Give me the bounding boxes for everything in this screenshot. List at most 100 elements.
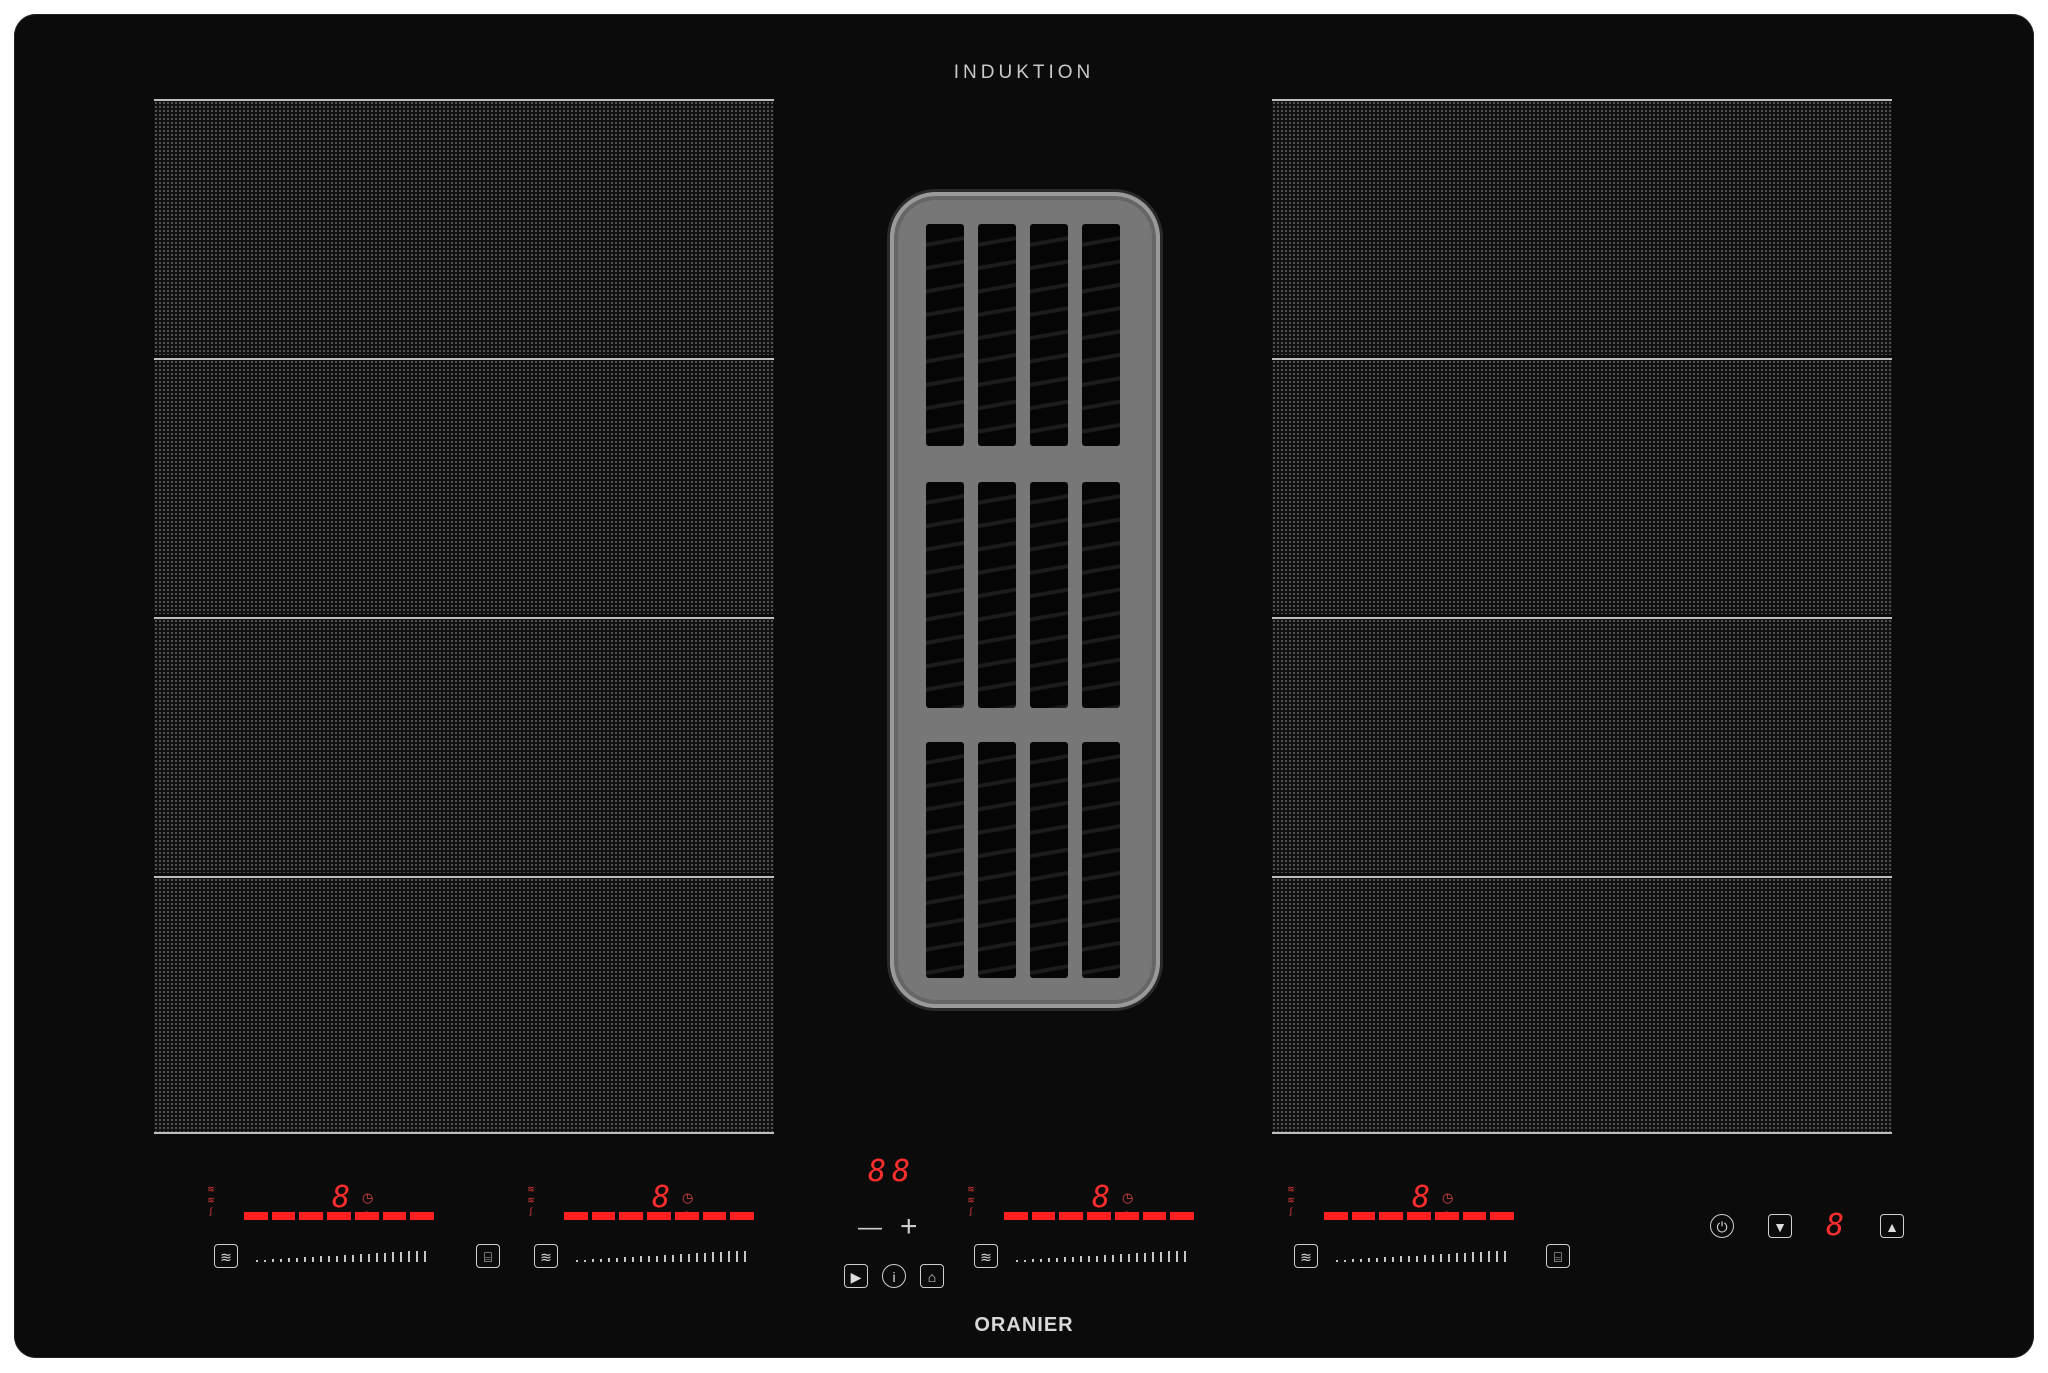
- zone-segment[interactable]: [1272, 876, 1892, 1134]
- slider-tick: [680, 1254, 682, 1262]
- power-bar: [1324, 1212, 1515, 1220]
- slider-tick: [256, 1260, 258, 1262]
- slider-tick: [1376, 1257, 1378, 1262]
- zone-segment[interactable]: [154, 358, 774, 614]
- vent-slot: [926, 224, 964, 446]
- burner-level-display: 8: [1412, 1180, 1431, 1215]
- slider-tick: [1448, 1253, 1450, 1262]
- zone-segment[interactable]: [154, 617, 774, 873]
- timer-display: 88: [868, 1154, 917, 1189]
- slider-tick: [576, 1260, 578, 1262]
- slider-tick: [600, 1258, 602, 1262]
- slider-tick: [1056, 1257, 1058, 1262]
- info-icon[interactable]: i: [882, 1264, 906, 1288]
- zone-segment[interactable]: [154, 99, 774, 355]
- slider-tick: [712, 1252, 714, 1262]
- slider-tick: [1040, 1258, 1042, 1262]
- vent-slot: [926, 742, 964, 978]
- plus-button[interactable]: +: [900, 1210, 918, 1244]
- slider-tick: [280, 1258, 282, 1262]
- left-cooking-zone[interactable]: [154, 99, 774, 1137]
- heat-boost-button[interactable]: ≋: [1294, 1244, 1318, 1268]
- zone-segment[interactable]: [1272, 358, 1892, 614]
- burner-level-display: 8: [652, 1180, 671, 1215]
- vent-slot: [926, 482, 964, 708]
- play-icon[interactable]: ▶: [844, 1264, 868, 1288]
- downdraft-vent-grille: [890, 192, 1160, 1008]
- bridge-button[interactable]: ⌸: [1546, 1244, 1570, 1268]
- vent-slot: [978, 742, 1016, 978]
- slider-tick: [1072, 1256, 1074, 1262]
- slider-tick: [720, 1251, 722, 1262]
- slider-tick: [384, 1252, 386, 1262]
- slider-tick: [672, 1254, 674, 1262]
- slider-tick: [344, 1255, 346, 1262]
- arrow-up-icon[interactable]: ▲: [1880, 1214, 1904, 1238]
- slider-tick: [1400, 1256, 1402, 1262]
- power-icon[interactable]: ⏻: [1710, 1214, 1734, 1238]
- zone-segment[interactable]: [154, 876, 774, 1134]
- slider-tick: [1136, 1253, 1138, 1262]
- right-cooking-zone[interactable]: [1272, 99, 1892, 1137]
- induction-label: INDUKTION: [953, 62, 1095, 83]
- slider-tick: [1104, 1255, 1106, 1262]
- slider-tick: [744, 1250, 746, 1262]
- power-slider[interactable]: [576, 1250, 796, 1262]
- bridge-button[interactable]: ⌸: [476, 1244, 500, 1268]
- slider-tick: [632, 1256, 634, 1262]
- slider-tick: [1064, 1257, 1066, 1262]
- slider-tick: [400, 1251, 402, 1262]
- heat-boost-button[interactable]: ≋: [974, 1244, 998, 1268]
- slider-tick: [1456, 1253, 1458, 1262]
- heat-boost-button[interactable]: ≋: [534, 1244, 558, 1268]
- slider-tick: [288, 1258, 290, 1262]
- cooktop: INDUKTION ≋≋∫ 8 ◷ ∩ ≋ ⌸: [14, 14, 2034, 1358]
- slider-tick: [608, 1258, 610, 1262]
- slider-tick: [368, 1253, 370, 1262]
- arrow-down-icon[interactable]: ▼: [1768, 1214, 1792, 1238]
- slider-tick: [360, 1254, 362, 1262]
- slider-tick: [264, 1259, 266, 1262]
- slider-tick: [1352, 1259, 1354, 1262]
- power-slider[interactable]: [1336, 1250, 1556, 1262]
- vent-slot: [978, 482, 1016, 708]
- slider-tick: [1488, 1251, 1490, 1262]
- power-slider[interactable]: [1016, 1250, 1236, 1262]
- heat-levels-icon: ≋ ≋ ∫: [1287, 1184, 1295, 1216]
- vent-slot: [1082, 224, 1120, 446]
- slider-tick: [1344, 1259, 1346, 1262]
- slider-tick: [616, 1257, 618, 1262]
- slider-tick: [1176, 1251, 1178, 1262]
- slider-tick: [1112, 1254, 1114, 1262]
- slider-tick: [1408, 1255, 1410, 1262]
- slider-tick: [320, 1256, 322, 1262]
- slider-tick: [272, 1259, 274, 1262]
- slider-tick: [1144, 1252, 1146, 1262]
- slider-tick: [1440, 1254, 1442, 1262]
- zone-segment[interactable]: [1272, 99, 1892, 355]
- burner-level-display: 8: [332, 1180, 351, 1215]
- brand-logo: ORANIER: [974, 1314, 1074, 1336]
- power-slider[interactable]: [256, 1250, 496, 1262]
- slider-tick: [1416, 1255, 1418, 1262]
- slider-tick: [728, 1251, 730, 1262]
- slider-tick: [1096, 1255, 1098, 1262]
- minus-button[interactable]: —: [858, 1214, 882, 1242]
- heat-boost-button[interactable]: ≋: [214, 1244, 238, 1268]
- slider-tick: [1024, 1259, 1026, 1262]
- slider-tick: [336, 1255, 338, 1262]
- slider-tick: [1168, 1251, 1170, 1262]
- lock-icon[interactable]: ⌂: [920, 1264, 944, 1288]
- zone-segment[interactable]: [1272, 617, 1892, 873]
- slider-tick: [1336, 1260, 1338, 1262]
- vent-slot: [1030, 742, 1068, 978]
- slider-tick: [688, 1253, 690, 1262]
- slider-tick: [312, 1256, 314, 1262]
- slider-tick: [1088, 1255, 1090, 1262]
- power-bar: [1004, 1212, 1195, 1220]
- power-bar: [564, 1212, 755, 1220]
- vent-slot: [1082, 482, 1120, 708]
- slider-tick: [392, 1252, 394, 1262]
- slider-tick: [1384, 1257, 1386, 1262]
- slider-tick: [1032, 1259, 1034, 1262]
